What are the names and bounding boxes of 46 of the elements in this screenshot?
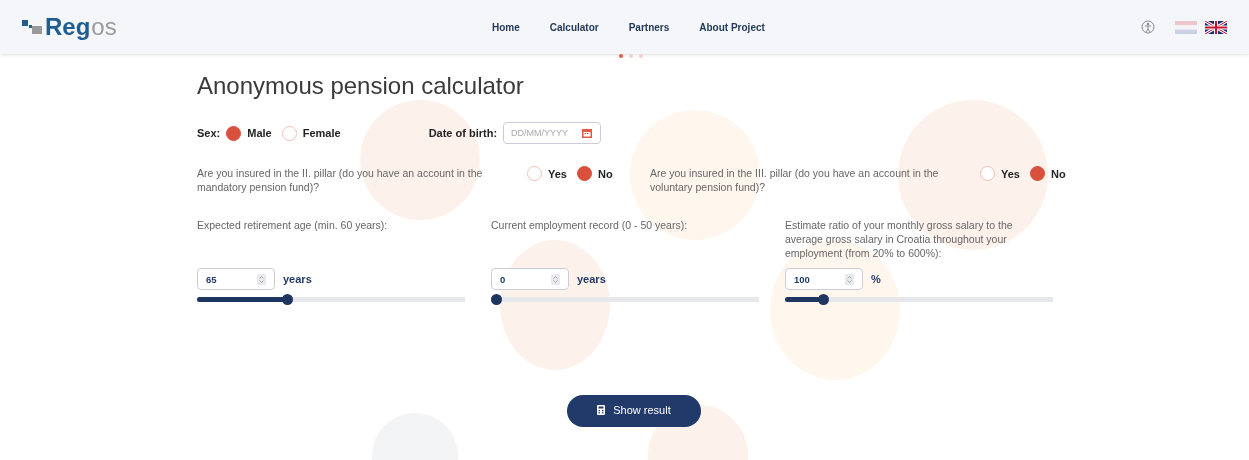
slider-track[interactable]: [491, 294, 759, 305]
spinner-icon[interactable]: [257, 273, 266, 285]
slider-thumb[interactable]: [818, 294, 830, 305]
spinner-icon[interactable]: [551, 273, 560, 285]
slider-thumb[interactable]: [281, 294, 293, 305]
radio-button[interactable]: [576, 166, 592, 181]
nav-link[interactable]: Partners: [628, 21, 670, 33]
british-flag-icon[interactable]: [1205, 20, 1227, 34]
option-label: Yes: [548, 167, 567, 180]
page-title: Anonymous pension calculator: [197, 72, 525, 100]
question-text: Are you insured in the II. pillar (do you have an account in the mandatory pension fund)?: [197, 166, 484, 194]
number-field[interactable]: 65: [197, 268, 275, 290]
squares-icon: [22, 20, 44, 34]
option-label: Yes: [1001, 167, 1020, 180]
number-field[interactable]: 0: [491, 268, 569, 290]
field-label: Expected retirement age (min. 60 years):: [197, 218, 389, 233]
option-label: No: [1050, 167, 1066, 180]
unit-label: years: [577, 273, 606, 285]
birth-label: Date of birth:: [428, 127, 498, 139]
sex-label: Sex:: [197, 127, 221, 139]
radio-button[interactable]: [527, 166, 542, 181]
nav-link[interactable]: Calculator: [549, 21, 599, 33]
pager-dot[interactable]: [628, 54, 633, 58]
nav-link[interactable]: Home: [492, 21, 520, 33]
radio-button[interactable]: [226, 125, 242, 141]
date-field[interactable]: DD/MM/YYYY: [503, 122, 602, 144]
field-label: Estimate ratio of your monthly gross salary to the average gross salary in Croatia throughout your employment (from 20% to 600%):: [785, 218, 1014, 260]
option-label: Female: [302, 127, 341, 139]
unit-label: years: [283, 273, 312, 285]
show-result-button[interactable]: Show result: [567, 395, 701, 427]
pager-dot[interactable]: [638, 54, 643, 58]
unit-label: %: [871, 273, 881, 285]
accessibility-icon[interactable]: [1141, 20, 1155, 34]
option-label: No: [597, 167, 613, 180]
question-text: Are you insured in the III. pillar (do you have an account in the voluntary pension fund)?: [650, 166, 940, 194]
radio-button[interactable]: [281, 125, 297, 141]
number-field[interactable]: 100: [785, 268, 863, 290]
field-label: Current employment record (0 - 50 years):: [491, 218, 689, 233]
spinner-icon[interactable]: [845, 273, 854, 285]
pager-dot[interactable]: [618, 54, 623, 58]
option-label: Male: [247, 127, 272, 139]
calculator-icon: [597, 405, 606, 415]
logo[interactable]: Regos: [22, 15, 492, 39]
calendar-icon[interactable]: [582, 128, 593, 138]
nav-link[interactable]: About Project: [699, 21, 765, 33]
slider-thumb[interactable]: [491, 294, 502, 305]
